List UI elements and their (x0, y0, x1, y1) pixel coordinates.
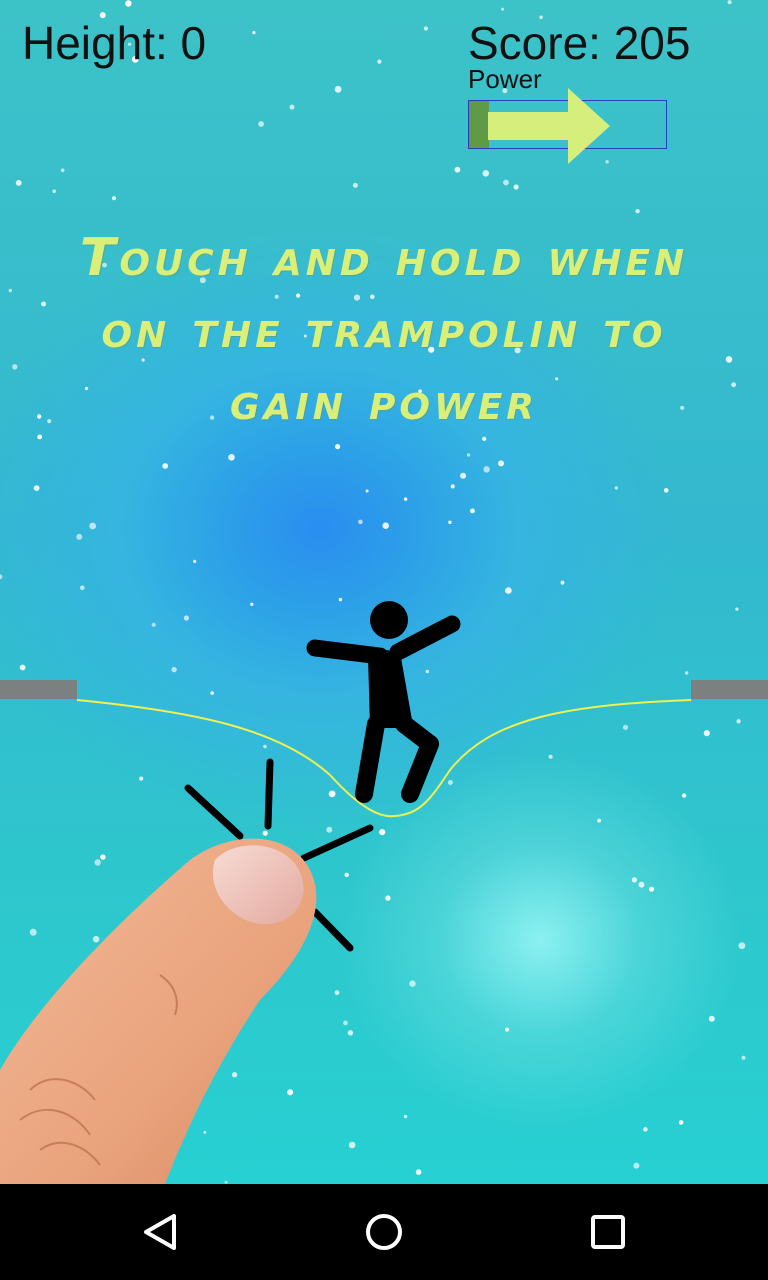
back-triangle-icon[interactable] (130, 1202, 190, 1262)
home-circle-icon[interactable] (354, 1202, 414, 1262)
tap-finger-icon (0, 758, 374, 1184)
game-canvas[interactable]: Height: 0 Score: 205 Power Touch and hol… (0, 0, 768, 1184)
recents-square-icon[interactable] (578, 1202, 638, 1262)
navigation-bar (0, 1184, 768, 1280)
